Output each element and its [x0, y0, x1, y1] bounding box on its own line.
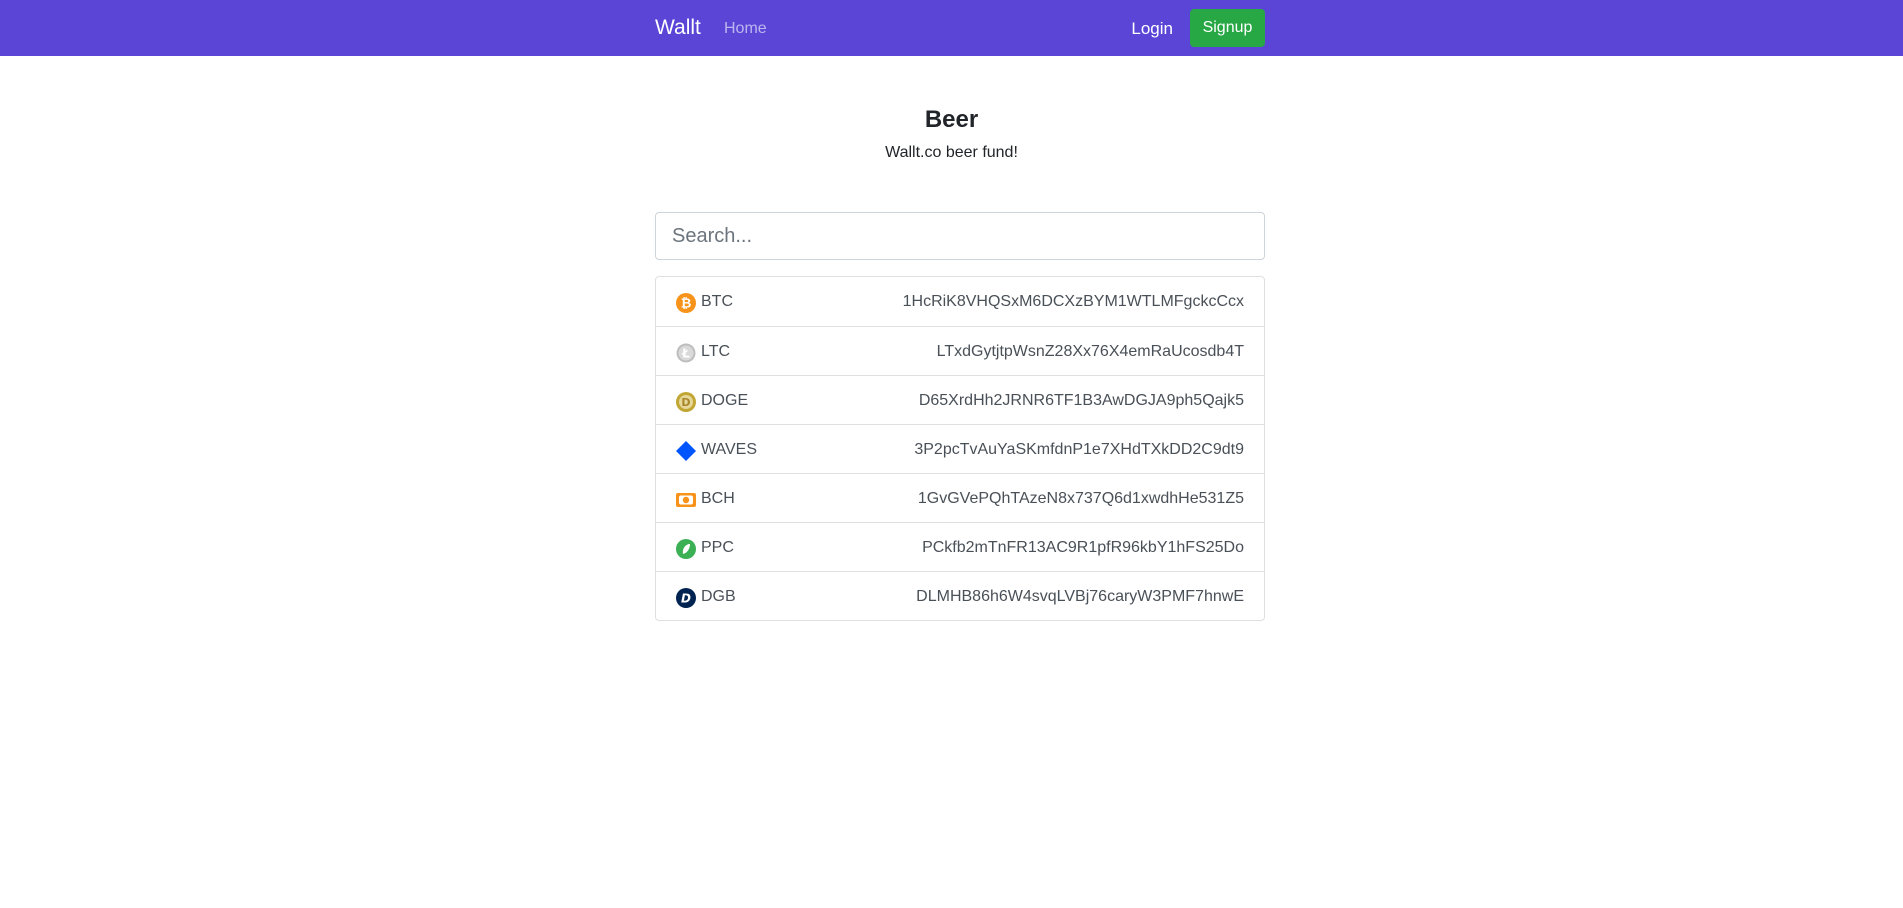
navbar: Wallt Home Login Signup [0, 0, 1903, 56]
wallet-symbol: LTC [701, 343, 731, 360]
page-title: Beer [924, 106, 979, 133]
wallet-row-waves[interactable]: WAVES 3P2pcTvAuYaSKmfdnP1e7XHdTXkDD2C9dt… [656, 424, 1264, 473]
login-link[interactable]: Login [1131, 19, 1173, 39]
peercoin-icon [676, 539, 696, 559]
svg-text:₿: ₿ [681, 297, 692, 312]
wallet-address[interactable]: 3P2pcTvAuYaSKmfdnP1e7XHdTXkDD2C9dt9 [914, 441, 1244, 459]
wallet-address[interactable]: LTxdGytjtpWsnZ28Xx76X4emRaUcosdb4T [937, 343, 1244, 361]
bitcoin-icon: ₿ [676, 293, 696, 313]
nav-home-link[interactable]: Home [724, 19, 767, 39]
wallet-symbol: DOGE [701, 392, 749, 409]
digibyte-icon: D [676, 588, 696, 608]
search-input[interactable] [655, 212, 1265, 260]
wallet-address[interactable]: 1GvGVePQhTAzeN8x737Q6d1xwdhHe531Z5 [918, 490, 1244, 508]
signup-button[interactable]: Signup [1190, 9, 1265, 47]
wallet-address[interactable]: DLMHB86h6W4svqLVBj76caryW3PMF7hnwE [916, 588, 1244, 606]
wallet-symbol: WAVES [701, 441, 758, 458]
brand-logo[interactable]: Wallt [655, 16, 701, 40]
wallet-symbol: DGB [701, 588, 736, 605]
litecoin-icon: Ł [676, 343, 696, 363]
wallet-address[interactable]: 1HcRiK8VHQSxM6DCXzBYM1WTLMFgckcCcx [903, 293, 1244, 311]
wallet-row-ppc[interactable]: PPC PCkfb2mTnFR13AC9R1pfR96kbY1hFS25Do [656, 522, 1264, 571]
wallet-symbol: BCH [701, 490, 735, 507]
dogecoin-icon: D [676, 392, 696, 412]
bitcoin-cash-icon [676, 493, 696, 507]
svg-text:D: D [681, 396, 690, 409]
wallet-row-ltc[interactable]: Ł LTC LTxdGytjtpWsnZ28Xx76X4emRaUcosdb4T [656, 326, 1264, 375]
svg-text:D: D [681, 592, 691, 606]
navbar-container: Wallt Home Login Signup [655, 0, 1265, 56]
wallet-row-dgb[interactable]: D DGB DLMHB86h6W4svqLVBj76caryW3PMF7hnwE [656, 571, 1264, 620]
wallet-row-btc[interactable]: ₿ BTC 1HcRiK8VHQSxM6DCXzBYM1WTLMFgckcCcx [656, 277, 1264, 326]
wallet-symbol: BTC [701, 293, 733, 310]
wallet-row-bch[interactable]: BCH 1GvGVePQhTAzeN8x737Q6d1xwdhHe531Z5 [656, 473, 1264, 522]
wallet-list: ₿ BTC 1HcRiK8VHQSxM6DCXzBYM1WTLMFgckcCcx… [655, 276, 1265, 621]
wallet-row-doge[interactable]: D DOGE D65XrdHh2JRNR6TF1B3AwDGJA9ph5Qajk… [656, 375, 1264, 424]
page-subtitle: Wallt.co beer fund! [885, 144, 1018, 161]
wallet-address[interactable]: PCkfb2mTnFR13AC9R1pfR96kbY1hFS25Do [922, 539, 1244, 557]
wallet-symbol: PPC [701, 539, 734, 556]
wallet-address[interactable]: D65XrdHh2JRNR6TF1B3AwDGJA9ph5Qajk5 [919, 392, 1244, 410]
waves-icon [676, 441, 696, 461]
svg-text:Ł: Ł [681, 347, 690, 361]
